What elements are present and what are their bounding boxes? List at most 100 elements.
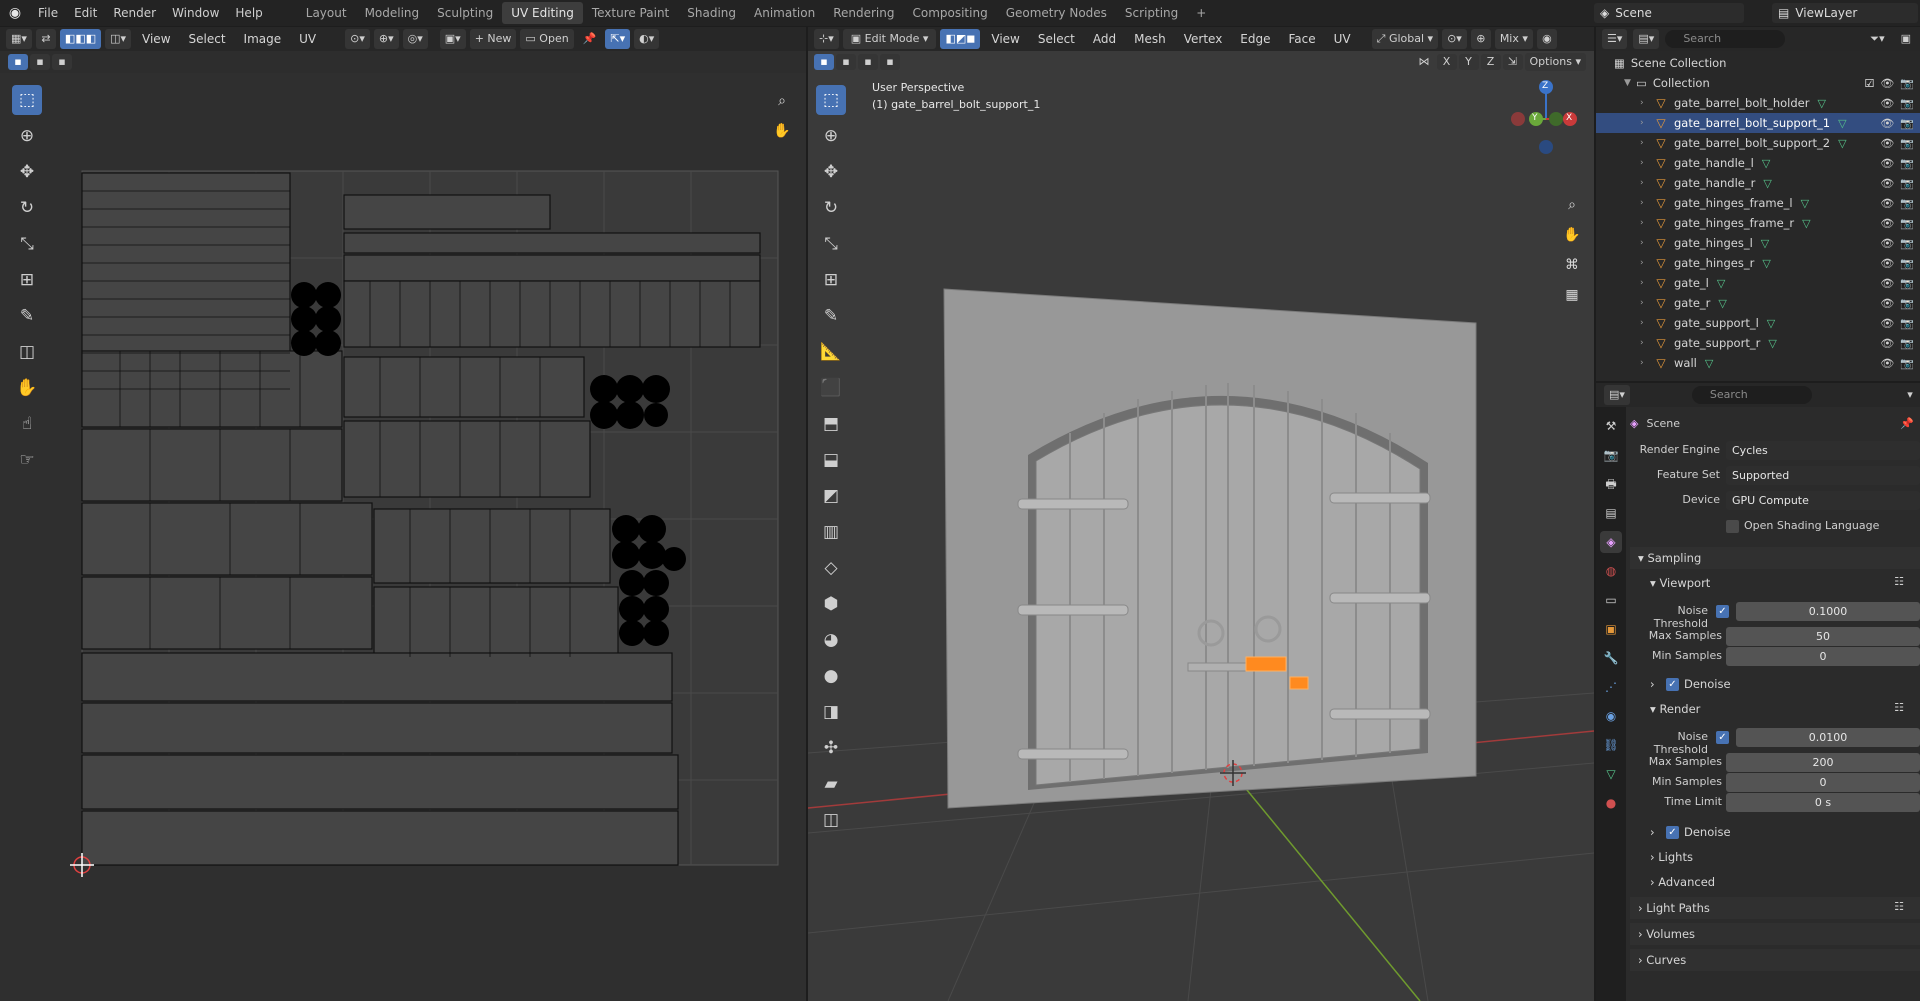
image-browse-icon[interactable]: ▣▾	[439, 29, 466, 49]
collection-row[interactable]: ▼ ▭ Collection ☑ 👁 📷	[1596, 73, 1920, 93]
r-denoise-subpanel[interactable]: ›	[1650, 825, 1655, 839]
outliner-type-icon[interactable]: ☰▾	[1602, 29, 1628, 49]
vp-scale-tool-icon[interactable]: ⤡	[816, 229, 846, 259]
expand-chevron-icon[interactable]: ›	[1640, 158, 1652, 168]
expand-chevron-icon[interactable]: ›	[1640, 178, 1652, 188]
zoom-icon[interactable]: ⌕	[770, 89, 794, 113]
loop-cut-tool-icon[interactable]: ▥	[816, 517, 846, 547]
expand-chevron-icon[interactable]: ›	[1640, 338, 1652, 348]
proportional-edit-icon[interactable]: ◎▾	[402, 29, 428, 49]
vp-cursor-tool-icon[interactable]: ⊕	[816, 121, 846, 151]
visibility-eye-icon[interactable]: 👁	[1880, 337, 1894, 350]
visibility-eye-icon[interactable]: 👁	[1880, 237, 1894, 250]
visibility-eye-icon[interactable]: 👁	[1880, 77, 1894, 90]
outliner-object-row[interactable]: › ▽ gate_l ▽ 👁 📷	[1596, 273, 1920, 293]
mesh-data-icon[interactable]: ▽	[1705, 357, 1713, 370]
visibility-eye-icon[interactable]: 👁	[1880, 277, 1894, 290]
shear-tool-icon[interactable]: ▰	[816, 769, 846, 799]
mesh-data-icon[interactable]: ▽	[1762, 257, 1770, 270]
mesh-data-icon[interactable]: ▽	[1762, 157, 1770, 170]
viewport-presets-icon[interactable]: ☷	[1894, 575, 1904, 588]
proportional-mix-dropdown[interactable]: Mix ▾	[1494, 29, 1533, 49]
spin-tool-icon[interactable]: ◕	[816, 625, 846, 655]
add-workspace-button[interactable]: +	[1187, 2, 1215, 24]
collection-tab-icon[interactable]: ▭	[1600, 589, 1622, 611]
visibility-eye-icon[interactable]: 👁	[1880, 137, 1894, 150]
rip-region-tool-icon[interactable]: ◫	[816, 805, 846, 835]
vp-select-tool-icon[interactable]: ⬚	[816, 85, 846, 115]
tab-scripting[interactable]: Scripting	[1116, 2, 1187, 24]
collapse-chevron-icon[interactable]: ▼	[1624, 78, 1636, 88]
expand-chevron-icon[interactable]: ›	[1640, 98, 1652, 108]
uv-select-new-icon[interactable]: ▪	[8, 54, 28, 70]
snap-icon[interactable]: ⊕▾	[373, 29, 399, 49]
mesh-data-icon[interactable]: ▽	[1768, 337, 1776, 350]
transform-tool-icon[interactable]: ⊞	[12, 265, 42, 295]
mesh-data-icon[interactable]: ▽	[1838, 137, 1846, 150]
vp-menu-vertex[interactable]: Vertex	[1177, 29, 1230, 49]
render-presets-icon[interactable]: ☷	[1894, 701, 1904, 714]
tab-sculpting[interactable]: Sculpting	[428, 2, 502, 24]
mesh-data-icon[interactable]: ▽	[1718, 297, 1726, 310]
mesh-data-icon[interactable]: ▽	[1761, 237, 1769, 250]
mirror-y-button[interactable]: Y	[1458, 54, 1479, 70]
material-tab-icon[interactable]: ●	[1600, 792, 1622, 814]
vp-select-new-icon[interactable]: ▪	[814, 54, 834, 70]
properties-type-icon[interactable]: ▤▾	[1604, 385, 1630, 405]
uv-select-extend-icon[interactable]: ▪	[30, 54, 50, 70]
vp-select-extend-icon[interactable]: ▪	[836, 54, 856, 70]
visibility-eye-icon[interactable]: 👁	[1880, 157, 1894, 170]
render-camera-icon[interactable]: 📷	[1900, 77, 1914, 90]
uv-menu-uv[interactable]: UV	[292, 29, 323, 49]
scene-tab-icon[interactable]: ◈	[1600, 531, 1622, 553]
expand-chevron-icon[interactable]: ›	[1640, 358, 1652, 368]
outliner-object-row[interactable]: › ▽ gate_r ▽ 👁 📷	[1596, 293, 1920, 313]
render-subpanel-title[interactable]: ▾ Render	[1650, 702, 1700, 716]
expand-chevron-icon[interactable]: ›	[1640, 138, 1652, 148]
rotate-tool-icon[interactable]: ↻	[12, 193, 42, 223]
r-min-samples-field[interactable]: 0	[1726, 773, 1920, 792]
outliner-object-row[interactable]: › ▽ wall ▽ 👁 📷	[1596, 353, 1920, 373]
vp-menu-face[interactable]: Face	[1282, 29, 1323, 49]
vp-pan-icon[interactable]: ✋	[1560, 223, 1584, 247]
render-camera-icon[interactable]: 📷	[1900, 297, 1914, 310]
render-engine-dropdown[interactable]: Cycles	[1726, 441, 1920, 460]
ortho-toggle-icon[interactable]: ▦	[1560, 283, 1584, 307]
render-camera-icon[interactable]: 📷	[1900, 217, 1914, 230]
filter-icon[interactable]: ⏷▾	[1865, 29, 1889, 49]
knife-tool-icon[interactable]: ◇	[816, 553, 846, 583]
vp-menu-select[interactable]: Select	[1031, 29, 1082, 49]
visibility-eye-icon[interactable]: 👁	[1880, 97, 1894, 110]
render-camera-icon[interactable]: 📷	[1900, 197, 1914, 210]
visibility-eye-icon[interactable]: 👁	[1880, 117, 1894, 130]
r-max-samples-field[interactable]: 200	[1726, 753, 1920, 772]
uv-menu-image[interactable]: Image	[237, 29, 289, 49]
mesh-data-icon[interactable]: ▽	[1817, 97, 1825, 110]
outliner-object-row[interactable]: › ▽ gate_barrel_bolt_support_2 ▽ 👁 📷	[1596, 133, 1920, 153]
camera-view-icon[interactable]: ⌘	[1560, 253, 1584, 277]
annotate-tool-icon[interactable]: ✎	[12, 301, 42, 331]
expand-chevron-icon[interactable]: ›	[1640, 298, 1652, 308]
open-image-button[interactable]: ▭ Open	[520, 29, 574, 49]
select-box-tool-icon[interactable]: ⬚	[12, 85, 42, 115]
extrude-tool-icon[interactable]: ⬒	[816, 409, 846, 439]
vp-menu-edge[interactable]: Edge	[1233, 29, 1277, 49]
outliner-object-row[interactable]: › ▽ gate_barrel_bolt_holder ▽ 👁 📷	[1596, 93, 1920, 113]
vp-noise-threshold-field[interactable]: 0.1000	[1736, 602, 1920, 621]
outliner-object-row[interactable]: › ▽ gate_support_r ▽ 👁 📷	[1596, 333, 1920, 353]
poly-build-tool-icon[interactable]: ⬢	[816, 589, 846, 619]
tab-compositing[interactable]: Compositing	[903, 2, 996, 24]
render-camera-icon[interactable]: 📷	[1900, 237, 1914, 250]
mode-selector[interactable]: ▣ Edit Mode ▾	[842, 29, 937, 49]
advanced-subpanel[interactable]: › Advanced	[1650, 875, 1715, 889]
vp-min-samples-field[interactable]: 0	[1726, 647, 1920, 666]
mesh-select-mode-icon[interactable]: ◧◩◼	[940, 29, 981, 49]
light-paths-presets-icon[interactable]: ☷	[1894, 900, 1904, 913]
grab-tool-icon[interactable]: ✋	[12, 373, 42, 403]
select-mode-icon[interactable]: ◧◧◧	[59, 29, 102, 49]
particles-tab-icon[interactable]: ⋰	[1600, 676, 1622, 698]
bevel-tool-icon[interactable]: ◩	[816, 481, 846, 511]
expand-chevron-icon[interactable]: ›	[1640, 258, 1652, 268]
menu-edit[interactable]: Edit	[66, 2, 105, 24]
viewport-editor-type-icon[interactable]: ⊹▾	[814, 29, 839, 49]
